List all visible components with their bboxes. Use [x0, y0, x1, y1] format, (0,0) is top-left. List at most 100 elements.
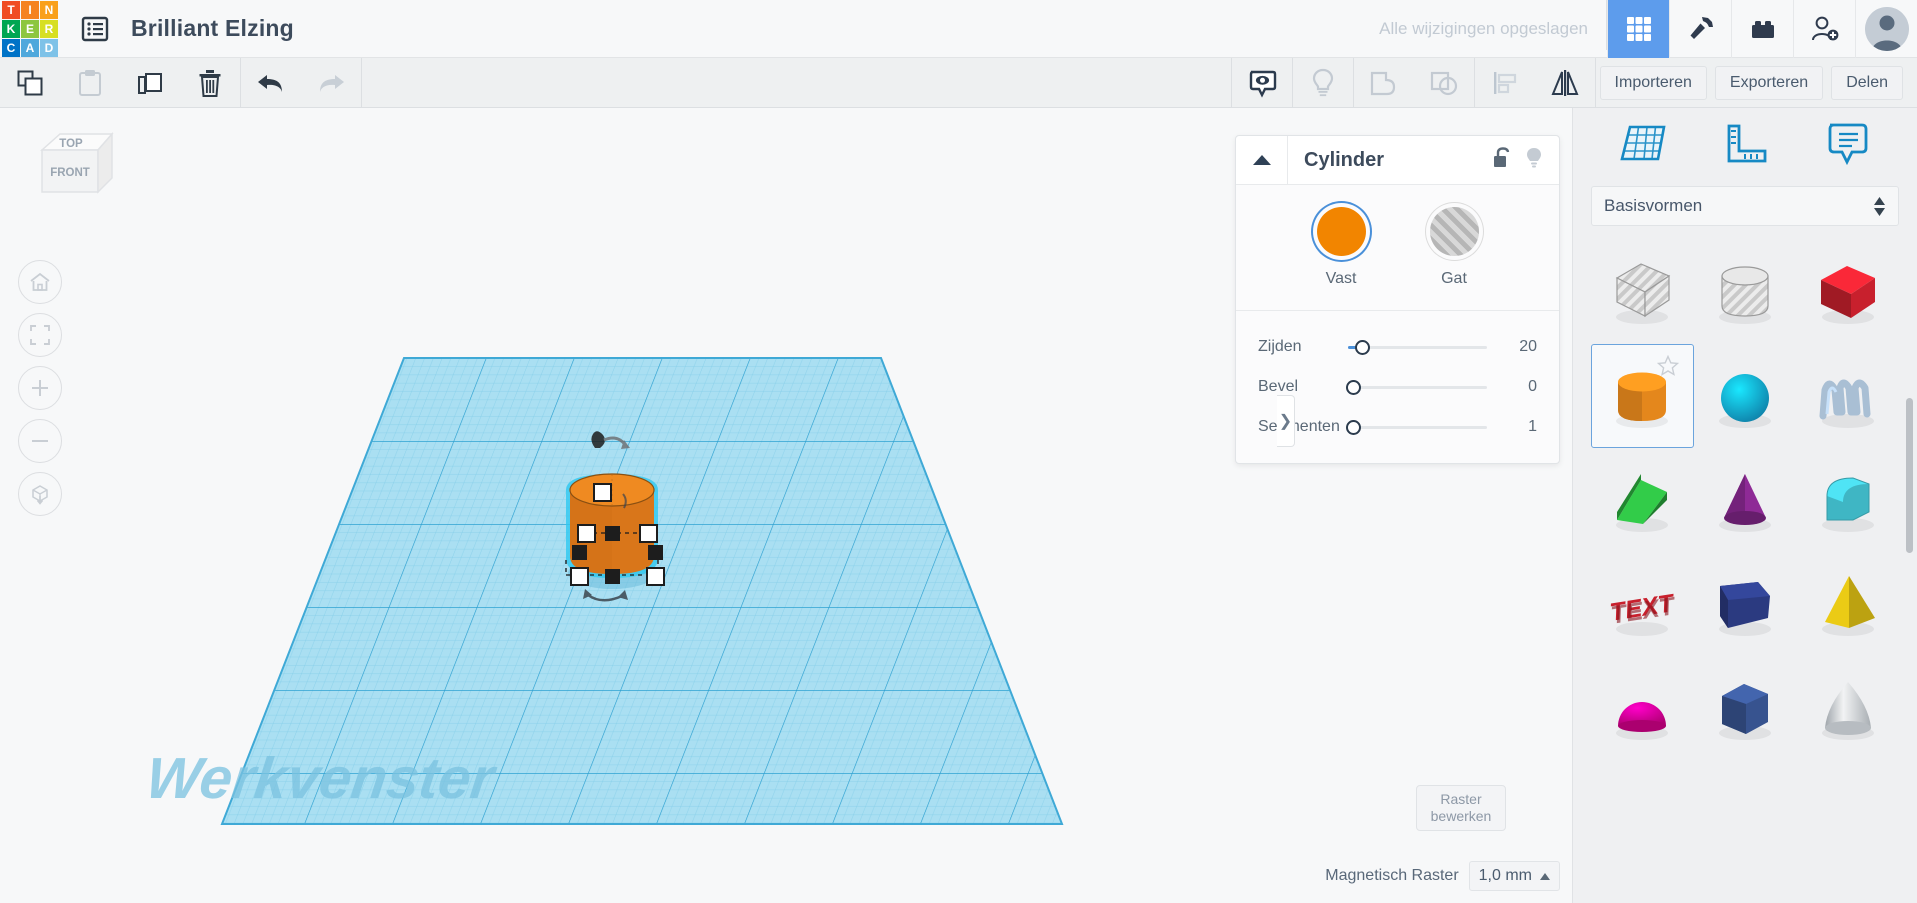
slider-track-zijden[interactable]: [1348, 337, 1495, 357]
hole-label: Gat: [1441, 270, 1467, 287]
lightbulb-button[interactable]: [1293, 58, 1353, 108]
edit-tools-group: [0, 57, 362, 108]
slider-track-bg: [1348, 425, 1487, 429]
logo-tile-e-4: E: [21, 19, 39, 38]
ungroup-button[interactable]: [1414, 58, 1474, 108]
duplicate-button[interactable]: [120, 58, 180, 108]
note-button[interactable]: [1232, 58, 1292, 108]
logo-tile-a-7: A: [21, 38, 39, 57]
shape-hexprism[interactable]: [1694, 656, 1797, 760]
slider-knob-zijden[interactable]: [1354, 339, 1370, 355]
view-cube[interactable]: TOP FRONT: [30, 126, 122, 210]
shape-cylinder-hole[interactable]: [1694, 240, 1797, 344]
note-bubble-icon[interactable]: [1818, 118, 1874, 170]
solid-option[interactable]: Vast: [1316, 207, 1366, 288]
logo-tile-c-6: C: [2, 38, 20, 57]
viewport-nav-buttons: [18, 260, 62, 525]
slider-knob-segmenten[interactable]: [1346, 419, 1361, 435]
shapes-scrollbar[interactable]: [1906, 398, 1913, 553]
shapes-panel: Basisvormen TEXTTEXT Cilinder: [1572, 108, 1917, 903]
share-button[interactable]: Delen: [1831, 65, 1903, 100]
edit-grid-button[interactable]: Raster bewerken: [1416, 785, 1506, 831]
logo-tile-t-0: T: [2, 0, 20, 19]
shape-paraboloid[interactable]: [1796, 656, 1899, 760]
unlocked-padlock-icon[interactable]: [1491, 146, 1513, 175]
zoom-in-button[interactable]: [18, 366, 62, 410]
tinkercad-logo[interactable]: TIN KER CAD: [1, 0, 58, 58]
collapse-panel-button[interactable]: [1236, 135, 1288, 185]
shape-roof[interactable]: [1591, 448, 1694, 552]
grid-apps-button[interactable]: [1607, 0, 1669, 58]
shape-pyramid[interactable]: [1796, 552, 1899, 656]
projection-toggle-button[interactable]: [18, 472, 62, 516]
shape-category-select[interactable]: Basisvormen: [1591, 186, 1899, 226]
copy-button[interactable]: [0, 58, 60, 108]
group-button[interactable]: [1354, 58, 1414, 108]
slider-track-bg: [1348, 385, 1487, 389]
logo-tile-r-5: R: [40, 19, 58, 38]
shape-text[interactable]: TEXT TEXT: [1591, 552, 1694, 656]
ruler-icon[interactable]: [1717, 118, 1773, 170]
delete-button[interactable]: [180, 58, 240, 108]
mirror-button[interactable]: [1535, 58, 1595, 108]
edit-grid-label-1: Raster: [1440, 791, 1482, 807]
home-view-button[interactable]: [18, 260, 62, 304]
slider-label-segmenten: Segmenten: [1258, 418, 1340, 435]
solid-label: Vast: [1325, 270, 1357, 287]
export-button[interactable]: Exporteren: [1714, 65, 1824, 100]
save-status: Alle wijzigingen opgeslagen: [1379, 18, 1588, 38]
align-button[interactable]: [1475, 58, 1535, 108]
import-button[interactable]: Importeren: [1599, 65, 1707, 100]
shapes-grid: TEXT TEXT: [1573, 240, 1917, 890]
viewcube-top-label: TOP: [59, 138, 83, 150]
slider-row-zijden: Zijden 20: [1258, 327, 1537, 367]
shape-cylinder[interactable]: [1591, 344, 1694, 448]
shapes-panel-tools: [1573, 108, 1917, 180]
edit-grid-label-2: bewerken: [1430, 808, 1492, 824]
shape-name-label: Cylinder: [1304, 148, 1385, 171]
add-user-button[interactable]: [1793, 0, 1855, 58]
favorite-star-icon[interactable]: [1656, 354, 1679, 381]
viewcube-front-label: FRONT: [50, 167, 90, 179]
properties-header: Cylinder: [1236, 135, 1559, 185]
logo-tile-d-8: D: [40, 38, 58, 57]
top-right-actions: [1606, 0, 1917, 58]
top-bar: TIN KER CAD Brilliant Elzing Alle wijzigin…: [0, 0, 1917, 58]
solid-swatch: [1316, 207, 1366, 256]
panel-expand-handle[interactable]: ❯: [1277, 395, 1295, 447]
slider-label-zijden: Zijden: [1258, 338, 1302, 355]
shape-sphere[interactable]: [1694, 344, 1797, 448]
minecraft-button[interactable]: [1669, 0, 1731, 58]
shape-cone[interactable]: [1694, 448, 1797, 552]
snap-grid-value: 1,0 mm: [1478, 867, 1532, 884]
redo-button[interactable]: [301, 58, 361, 108]
shape-scribble[interactable]: [1796, 344, 1899, 448]
avatar-image: [1864, 6, 1909, 51]
slider-track-bevel[interactable]: [1346, 377, 1495, 397]
user-avatar[interactable]: [1855, 0, 1917, 58]
hole-option[interactable]: Gat: [1429, 207, 1479, 288]
fit-view-button[interactable]: [18, 313, 62, 357]
undo-button[interactable]: [241, 58, 301, 108]
workplane-grid-icon[interactable]: [1616, 118, 1672, 170]
solid-hole-toggle: Vast Gat: [1236, 207, 1559, 288]
slider-track-segmenten[interactable]: [1346, 417, 1495, 437]
zoom-out-button[interactable]: [18, 419, 62, 463]
logo-tile-n-2: N: [40, 0, 58, 19]
project-menu-icon[interactable]: [77, 11, 113, 47]
slider-row-segmenten: Segmenten 1: [1258, 407, 1537, 447]
slider-value-zijden: 20: [1519, 338, 1537, 355]
shape-halfsphere[interactable]: [1591, 656, 1694, 760]
shape-polygon[interactable]: [1694, 552, 1797, 656]
snap-grid-select[interactable]: 1,0 mm: [1468, 861, 1560, 891]
blocks-button[interactable]: [1731, 0, 1793, 58]
shape-halfcylinder[interactable]: [1796, 448, 1899, 552]
slider-knob-bevel[interactable]: [1346, 379, 1361, 395]
paste-button[interactable]: [60, 58, 120, 108]
shape-box-hole[interactable]: [1591, 240, 1694, 344]
slider-value-bevel: 0: [1528, 378, 1537, 395]
shape-box[interactable]: [1796, 240, 1899, 344]
hole-swatch: [1429, 207, 1479, 256]
lightbulb-icon[interactable]: [1523, 146, 1545, 175]
